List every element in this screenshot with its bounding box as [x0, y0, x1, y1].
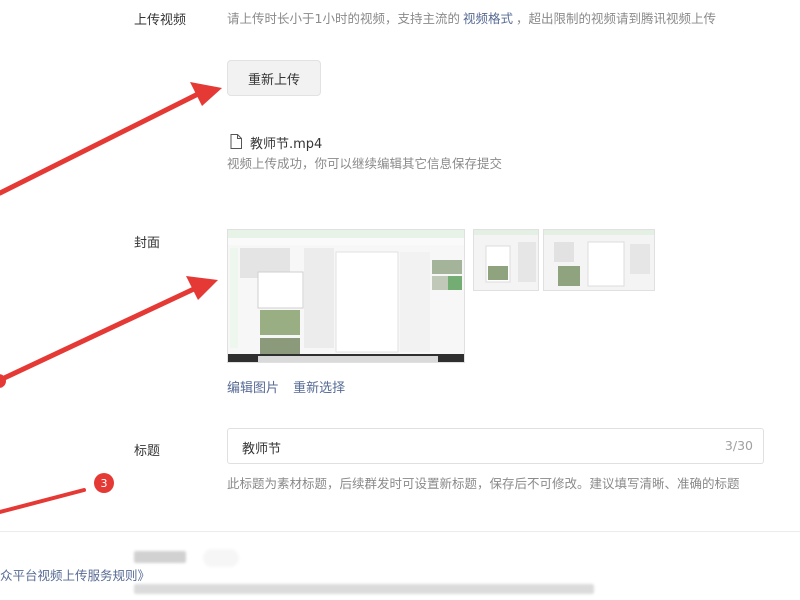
cover-alt-thumbnail-1[interactable] [473, 229, 539, 291]
title-label: 标题 [134, 444, 161, 459]
annotation-arrowhead-1 [190, 82, 222, 106]
upload-desc-text-1: 请上传时长小于1小时的视频，支持主流的 [227, 11, 460, 26]
annotation-arrowhead-2 [186, 276, 218, 300]
cover-alt-thumbnail-2[interactable] [543, 229, 655, 291]
upload-desc-text-2: ，超出限制的视频请到腾讯视频上传 [515, 11, 716, 26]
upload-video-label: 上传视频 [134, 13, 187, 28]
upload-success-text: 视频上传成功，你可以继续编辑其它信息保存提交 [227, 156, 503, 171]
title-input[interactable]: 教师节 3/30 [227, 428, 764, 464]
edit-image-link[interactable]: 编辑图片 [227, 381, 279, 396]
reupload-button[interactable]: 重新上传 [227, 60, 321, 96]
faded-text-block [134, 584, 594, 594]
faded-label-block [134, 551, 186, 563]
cover-actions: 编辑图片 重新选择 [227, 377, 345, 396]
cover-label: 封面 [134, 236, 161, 251]
uploaded-file-name: 教师节.mp4 [250, 137, 323, 152]
cover-alt-image-2 [544, 230, 654, 290]
annotation-dot [0, 374, 6, 388]
cover-main-thumbnail[interactable] [227, 229, 465, 363]
reselect-link[interactable]: 重新选择 [293, 381, 345, 396]
annotation-arrow-2 [0, 285, 199, 383]
annotation-arrow-3 [0, 488, 86, 514]
title-char-counter: 3/30 [724, 438, 753, 453]
cover-main-image [228, 230, 464, 362]
section-divider [0, 531, 800, 532]
annotation-arrow-1 [0, 91, 201, 196]
annotation-badge: 3 [94, 473, 114, 493]
upload-rules-link[interactable]: 众平台视频上传服务规则》 [0, 565, 150, 584]
cover-alt-image-1 [474, 230, 538, 290]
upload-video-description: 请上传时长小于1小时的视频，支持主流的 视频格式 ，超出限制的视频请到腾讯视频上传 [227, 9, 767, 29]
file-icon [230, 134, 242, 149]
title-hint: 此标题为素材标题，后续群发时可设置新标题，保存后不可修改。建议填写清晰、准确的标… [227, 476, 740, 491]
video-format-link[interactable]: 视频格式 [463, 11, 513, 26]
title-input-value: 教师节 [242, 442, 282, 457]
faded-toggle [203, 549, 239, 567]
